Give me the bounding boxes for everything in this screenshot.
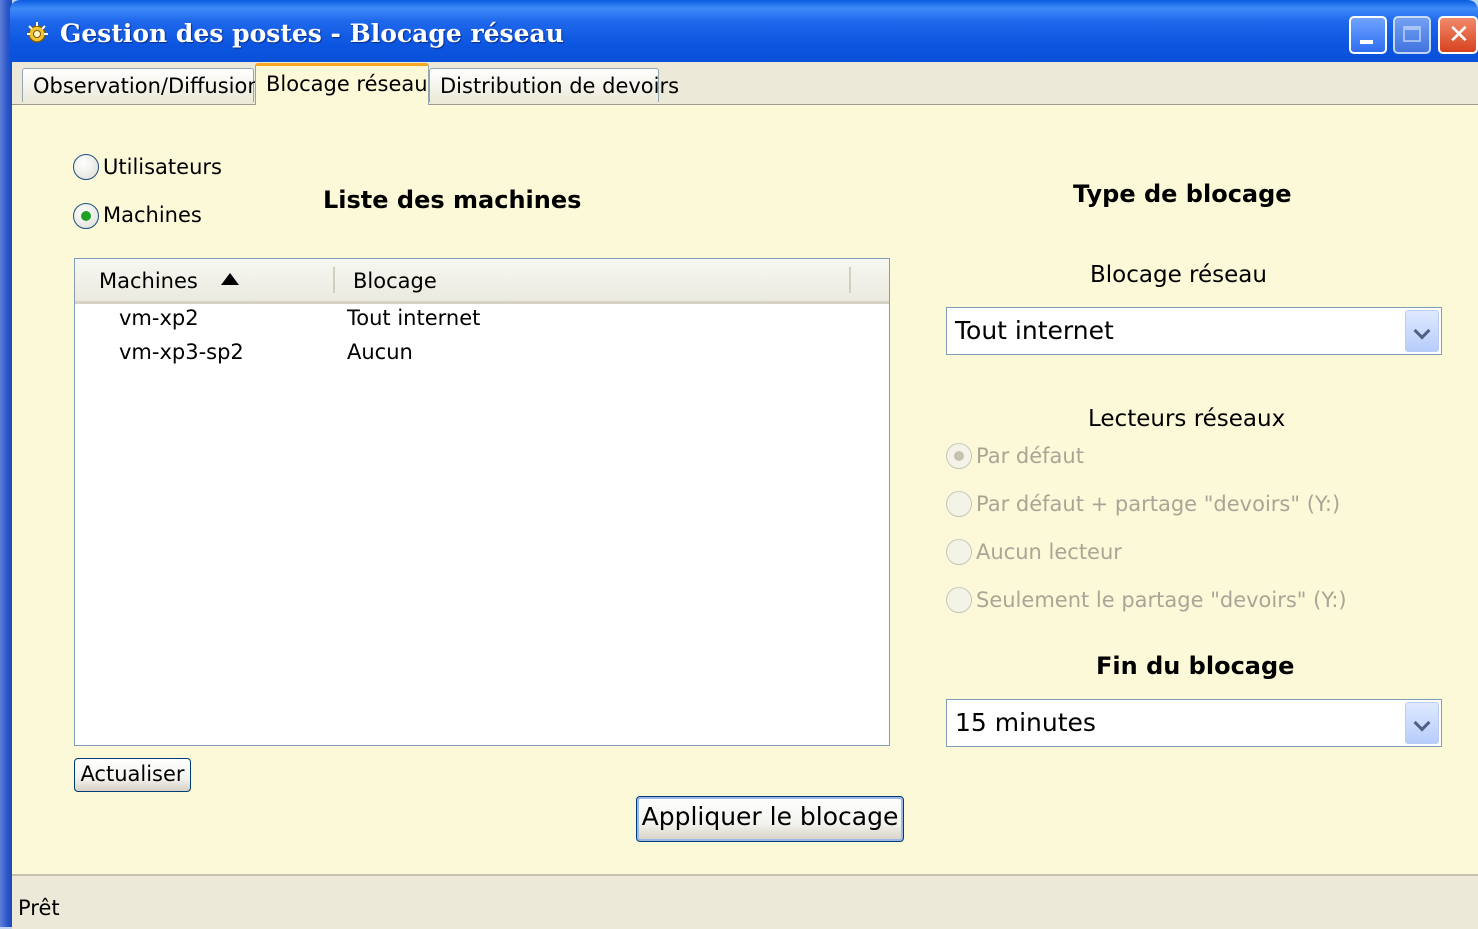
- window-title: Gestion des postes - Blocage réseau: [60, 19, 564, 48]
- refresh-button[interactable]: Actualiser: [74, 758, 191, 792]
- cell-blocage: Aucun: [347, 340, 413, 364]
- blocking-type-title: Type de blocage: [1073, 180, 1292, 208]
- radio-drives-share-only-label[interactable]: Seulement le partage "devoirs" (Y:): [976, 588, 1347, 612]
- column-header-machines[interactable]: Machines: [99, 269, 198, 293]
- close-button[interactable]: ✕: [1438, 16, 1478, 54]
- tab-blocage-reseau[interactable]: Blocage réseau: [255, 63, 429, 105]
- network-block-select[interactable]: Tout internet: [946, 307, 1442, 355]
- maximize-button[interactable]: [1393, 16, 1431, 54]
- status-bar: Prêt: [12, 874, 1478, 929]
- app-icon: [27, 22, 48, 43]
- status-text: Prêt: [18, 896, 60, 920]
- column-divider[interactable]: [849, 267, 851, 293]
- radio-utilisateurs[interactable]: [73, 154, 99, 180]
- chevron-down-icon[interactable]: [1405, 702, 1439, 744]
- window-frame: [0, 0, 12, 927]
- network-drives-label: Lecteurs réseaux: [1088, 406, 1286, 432]
- network-block-value: Tout internet: [955, 316, 1114, 345]
- tab-observation-diffusion[interactable]: Observation/Diffusion: [22, 68, 261, 102]
- machines-list[interactable]: Machines Blocage vm-xp2 Tout internet vm…: [74, 258, 890, 746]
- column-divider[interactable]: [333, 267, 335, 293]
- radio-drives-default-label[interactable]: Par défaut: [976, 444, 1084, 468]
- title-bar[interactable]: Gestion des postes - Blocage réseau ✕: [10, 0, 1478, 70]
- radio-drives-default-plus-share[interactable]: [946, 491, 972, 517]
- tab-distribution-devoirs[interactable]: Distribution de devoirs: [429, 68, 679, 102]
- sort-ascending-icon: [221, 273, 239, 285]
- end-blocking-title: Fin du blocage: [1096, 652, 1295, 680]
- apply-blocking-button[interactable]: Appliquer le blocage: [636, 796, 904, 842]
- tab-strip: Observation/Diffusion Blocage réseau Dis…: [12, 62, 1478, 105]
- cell-machine: vm-xp2: [119, 306, 199, 330]
- end-blocking-value: 15 minutes: [955, 708, 1096, 737]
- radio-drives-default[interactable]: [946, 443, 972, 469]
- list-title: Liste des machines: [323, 186, 582, 214]
- table-row[interactable]: vm-xp3-sp2 Aucun: [75, 337, 889, 371]
- radio-drives-none-label[interactable]: Aucun lecteur: [976, 540, 1122, 564]
- radio-drives-default-plus-share-label[interactable]: Par défaut + partage "devoirs" (Y:): [976, 492, 1340, 516]
- radio-machines-label[interactable]: Machines: [103, 203, 202, 227]
- radio-drives-share-only[interactable]: [946, 587, 972, 613]
- table-row[interactable]: vm-xp2 Tout internet: [75, 303, 889, 337]
- close-icon: ✕: [1448, 20, 1470, 50]
- chevron-down-icon[interactable]: [1405, 310, 1439, 352]
- list-header: Machines Blocage: [75, 259, 889, 304]
- cell-machine: vm-xp3-sp2: [119, 340, 244, 364]
- main-panel: Observation/Diffusion Blocage réseau Dis…: [12, 62, 1478, 929]
- network-block-label: Blocage réseau: [1090, 262, 1267, 288]
- end-blocking-select[interactable]: 15 minutes: [946, 699, 1442, 747]
- radio-utilisateurs-label[interactable]: Utilisateurs: [103, 155, 222, 179]
- minimize-button[interactable]: [1349, 16, 1387, 54]
- radio-machines[interactable]: [73, 203, 99, 229]
- column-header-blocage[interactable]: Blocage: [353, 269, 437, 293]
- radio-drives-none[interactable]: [946, 539, 972, 565]
- cell-blocage: Tout internet: [347, 306, 481, 330]
